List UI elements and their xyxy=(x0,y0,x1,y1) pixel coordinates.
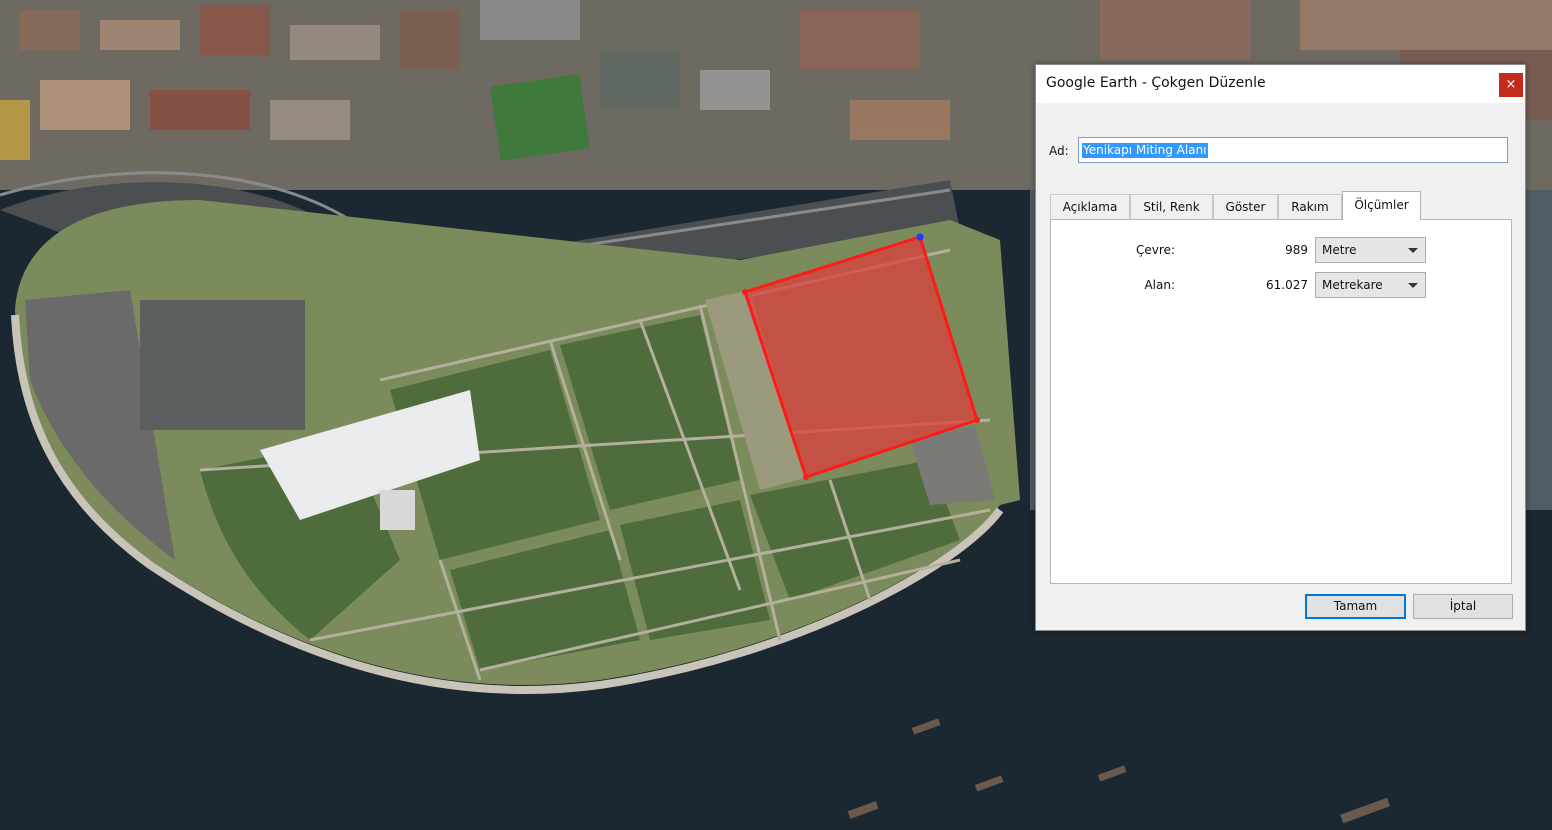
perimeter-unit-select[interactable]: Metre xyxy=(1315,237,1426,263)
tab-stil-renk[interactable]: Stil, Renk xyxy=(1130,194,1213,219)
tab-aciklama[interactable]: Açıklama xyxy=(1050,194,1130,219)
tab-rakim[interactable]: Rakım xyxy=(1278,194,1342,219)
measurements-panel: Çevre: 989 Metre Alan: 61.027 Metrekare xyxy=(1050,219,1512,584)
polygon-vertex[interactable] xyxy=(974,417,980,423)
parking-lot xyxy=(140,300,305,430)
perimeter-unit-value: Metre xyxy=(1322,243,1357,257)
polygon-edit-dialog: Google Earth - Çokgen Düzenle × Ad: Yeni… xyxy=(1035,64,1526,631)
polygon-vertex[interactable] xyxy=(742,289,748,295)
area-unit-value: Metrekare xyxy=(1322,278,1383,292)
tab-goster[interactable]: Göster xyxy=(1213,194,1278,219)
close-icon[interactable]: × xyxy=(1506,77,1517,92)
ok-button[interactable]: Tamam xyxy=(1305,594,1406,619)
name-input[interactable]: Yenikapı Miting Alanı xyxy=(1078,137,1508,163)
perimeter-value: 989 xyxy=(1285,243,1308,257)
dialog-title: Google Earth - Çokgen Düzenle xyxy=(1046,75,1266,91)
polygon-vertex[interactable] xyxy=(803,474,809,480)
tab-olcumler[interactable]: Ölçümler xyxy=(1342,191,1421,220)
perimeter-label: Çevre: xyxy=(1136,243,1175,257)
cancel-button[interactable]: İptal xyxy=(1413,594,1513,619)
chevron-down-icon xyxy=(1408,248,1418,253)
name-input-selected-text[interactable]: Yenikapı Miting Alanı xyxy=(1082,143,1208,158)
area-label: Alan: xyxy=(1144,278,1175,292)
area-value: 61.027 xyxy=(1266,278,1308,292)
area-unit-select[interactable]: Metrekare xyxy=(1315,272,1426,298)
close-button[interactable]: × xyxy=(1499,73,1523,97)
chevron-down-icon xyxy=(1408,283,1418,288)
polygon-vertex-selected[interactable] xyxy=(916,233,924,241)
dialog-titlebar[interactable]: Google Earth - Çokgen Düzenle × xyxy=(1036,65,1525,103)
name-label: Ad: xyxy=(1049,144,1069,158)
football-field xyxy=(490,74,590,161)
